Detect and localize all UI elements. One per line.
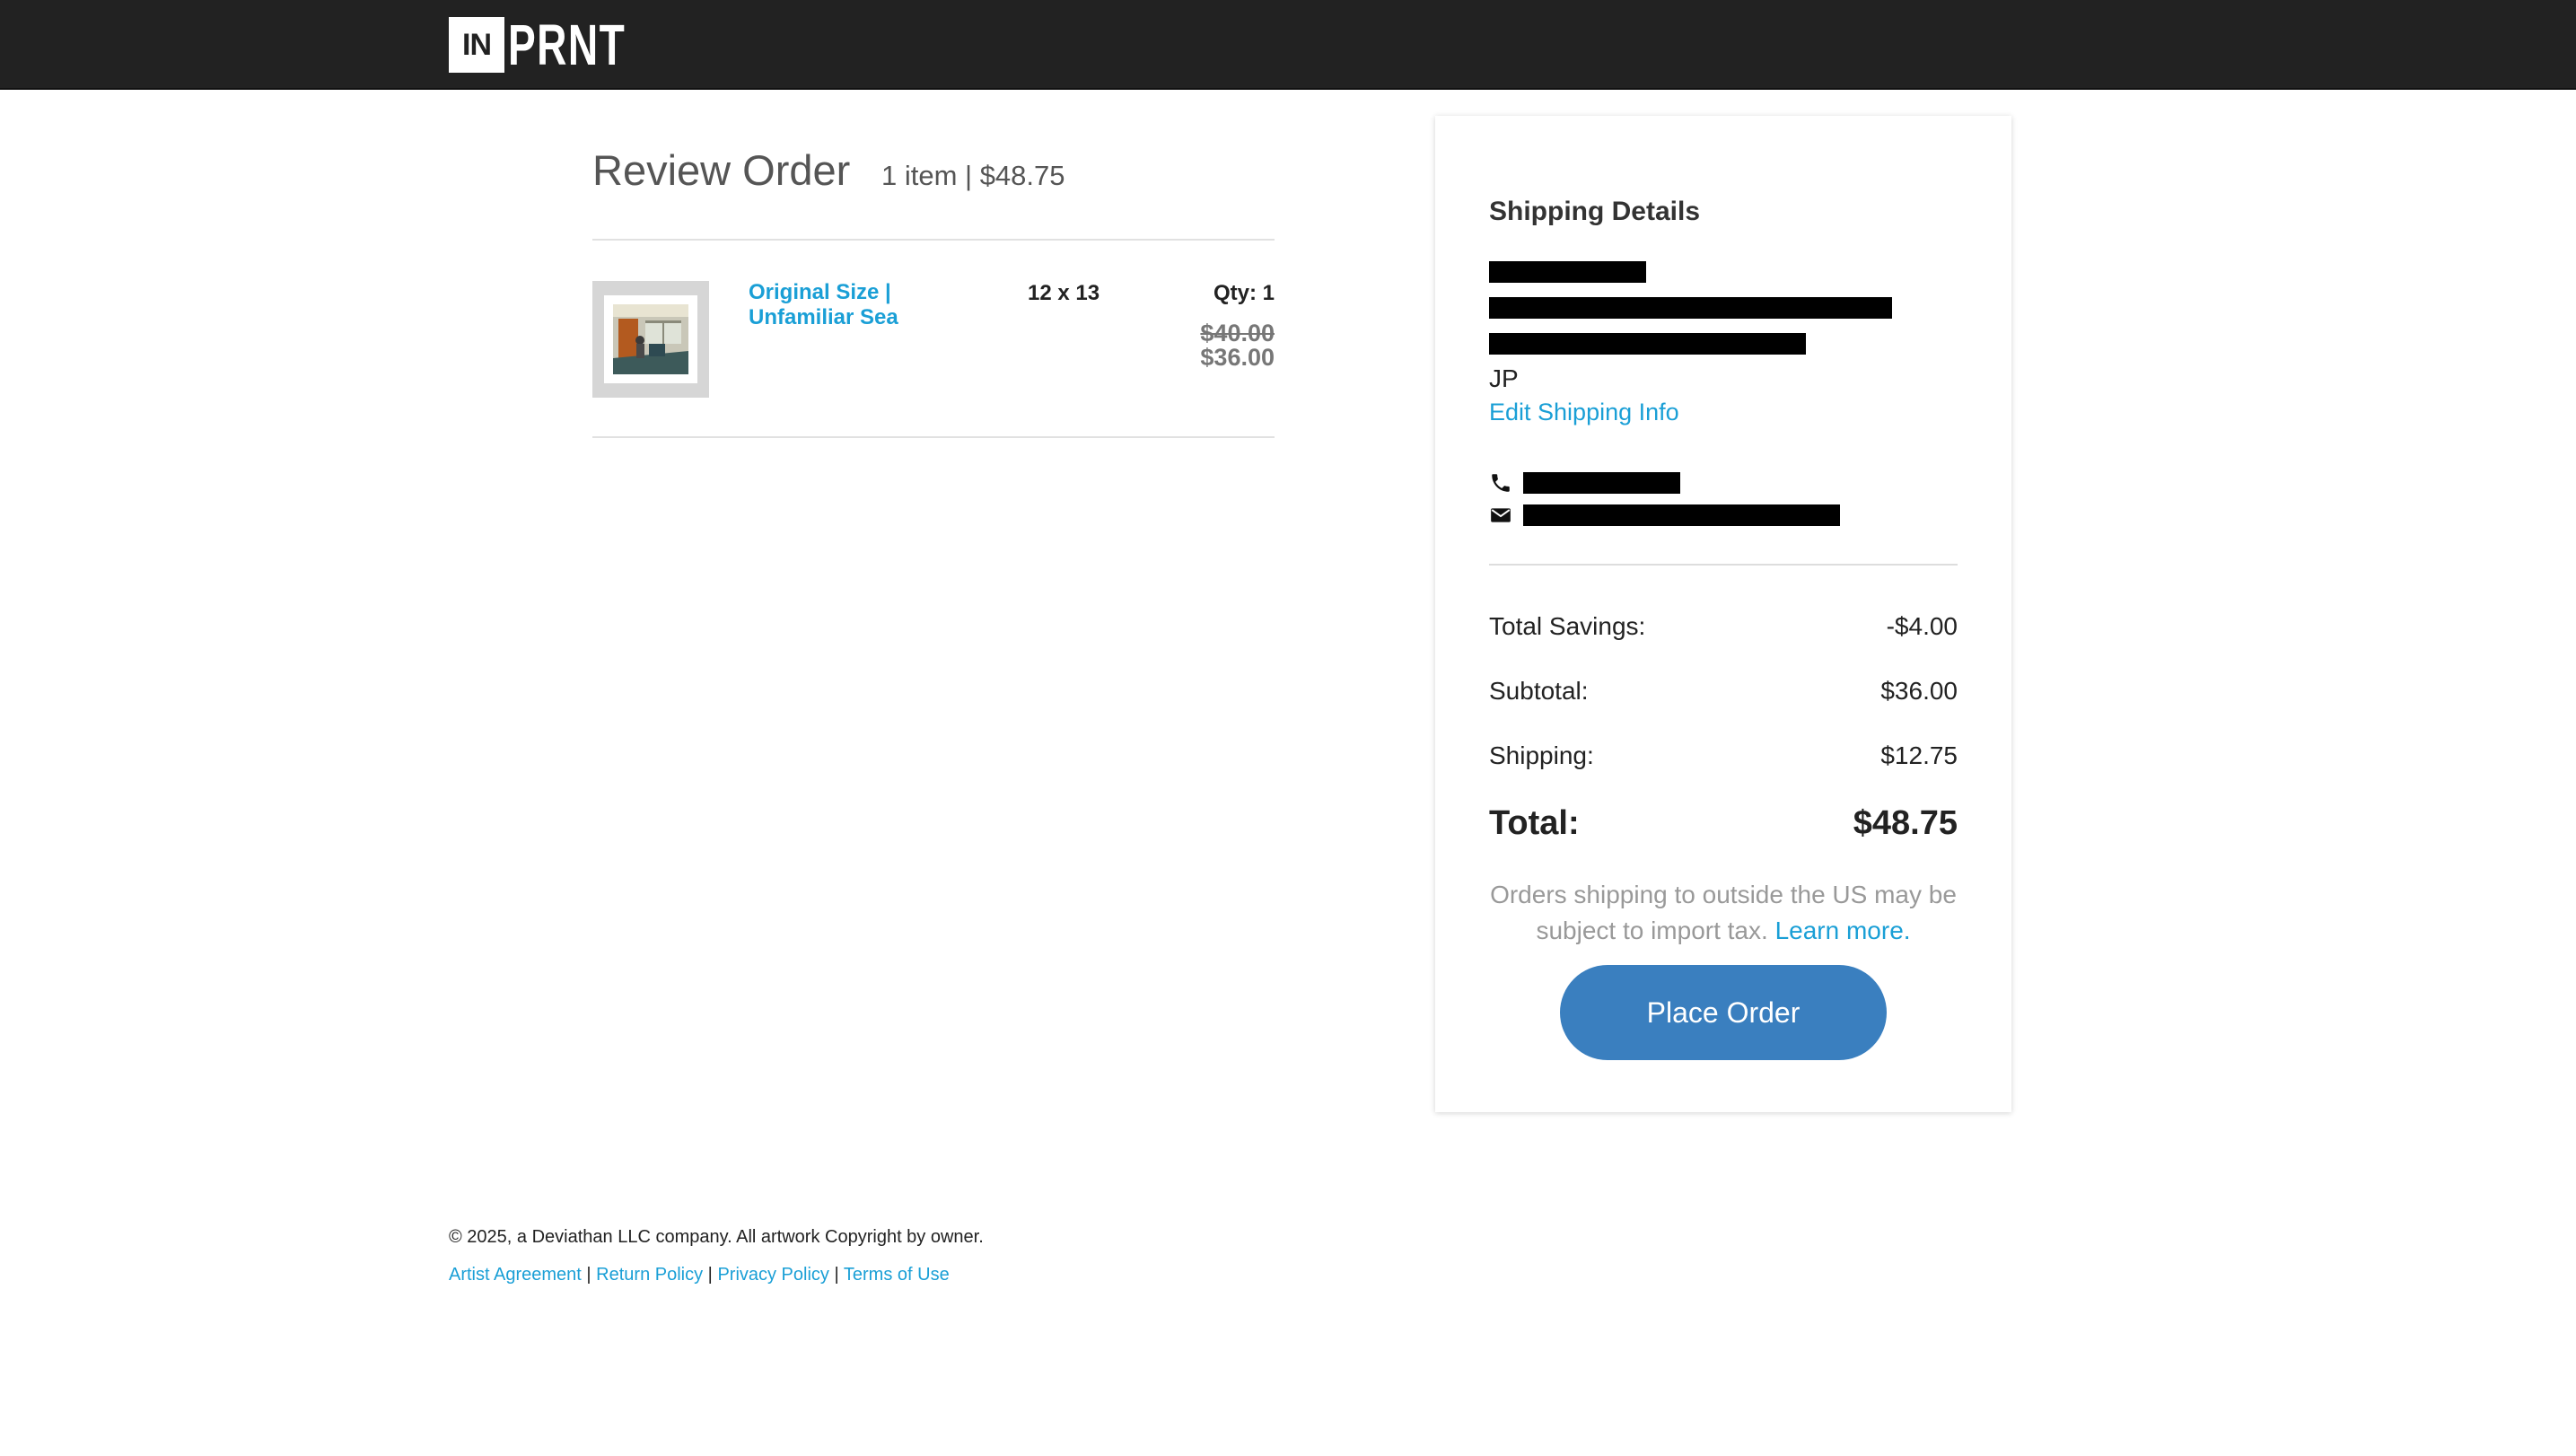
top-navigation-bar: IN PRNT [0,0,2576,90]
product-name-link[interactable]: Original Size | Unfamiliar Sea [749,280,946,330]
place-order-button[interactable]: Place Order [1560,965,1887,1060]
learn-more-link[interactable]: Learn more. [1775,917,1911,944]
product-name-line-2: Unfamiliar Sea [749,305,898,329]
edit-shipping-info-link[interactable]: Edit Shipping Info [1489,399,1679,426]
footer-links: Artist Agreement | Return Policy | Priva… [449,1265,950,1285]
shipping-value: $12.75 [1880,741,1958,769]
envelope-icon [1491,508,1511,522]
total-value: $48.75 [1853,804,1958,842]
shipping-details-title: Shipping Details [1489,197,1701,226]
shipping-country: JP [1489,364,1519,392]
order-summary-count: 1 item | $48.75 [881,160,1065,191]
logo-word: PRNT [508,13,626,77]
artwork-image [613,304,688,374]
total-savings-value: -$4.00 [1886,612,1958,640]
privacy-policy-link[interactable]: Privacy Policy [717,1265,828,1285]
divider [1489,564,1958,566]
footer-separator: | [586,1265,591,1285]
product-name-line-1: Original Size | [749,280,891,304]
total-savings-label: Total Savings: [1489,612,1646,640]
inprnt-logo[interactable]: IN PRNT [449,16,671,74]
divider [592,436,1275,438]
redacted-name [1489,261,1646,283]
shipping-details-card: Shipping Details JP Edit Shipping Info T… [1435,116,2011,1112]
redacted-address-line-1 [1489,297,1892,319]
product-size: 12 x 13 [1028,281,1100,305]
thumbnail-mat [604,295,697,383]
redacted-address-line-2 [1489,333,1806,355]
subtotal-value: $36.00 [1880,677,1958,705]
redacted-phone [1523,472,1680,494]
product-thumbnail[interactable] [592,281,709,398]
return-policy-link[interactable]: Return Policy [596,1265,703,1285]
redacted-email [1523,504,1840,526]
divider [592,239,1275,241]
product-quantity: Qty: 1 [1213,281,1275,305]
logo-box: IN [449,17,504,73]
page-title: Review Order [592,146,851,194]
footer-separator: | [834,1265,839,1285]
footer-separator: | [707,1265,713,1285]
artist-agreement-link[interactable]: Artist Agreement [449,1265,582,1285]
import-tax-note: Orders shipping to outside the US may be… [1489,877,1958,949]
sale-price: $36.00 [1200,344,1275,371]
shipping-label: Shipping: [1489,741,1594,769]
subtotal-label: Subtotal: [1489,677,1589,705]
terms-of-use-link[interactable]: Terms of Use [844,1265,950,1285]
total-label: Total: [1489,804,1580,842]
phone-icon [1492,474,1510,492]
footer-copyright: © 2025, a Deviathan LLC company. All art… [449,1227,984,1247]
